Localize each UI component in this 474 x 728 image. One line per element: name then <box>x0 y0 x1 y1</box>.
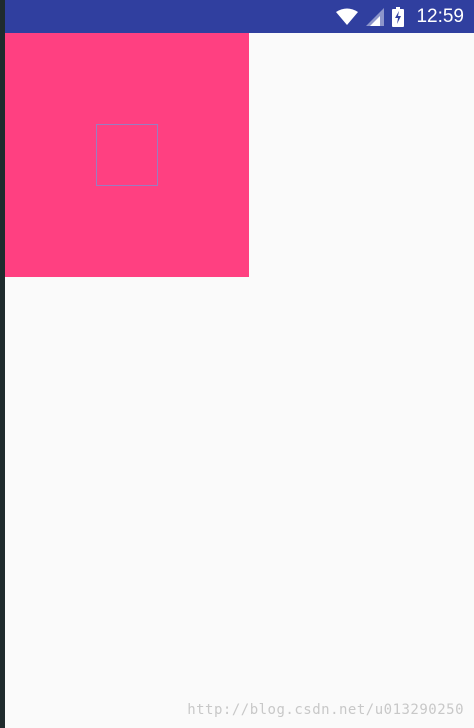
pink-square-view[interactable] <box>5 33 249 277</box>
wifi-icon <box>336 8 359 26</box>
status-icons: 12:59 <box>336 0 464 33</box>
status-bar: 12:59 <box>5 0 474 33</box>
inner-outlined-box <box>96 124 158 186</box>
cell-signal-icon <box>366 7 385 26</box>
app-content <box>5 33 474 728</box>
watermark: http://blog.csdn.net/u013290250 <box>187 702 464 718</box>
status-clock: 12:59 <box>416 5 464 27</box>
battery-charging-icon <box>392 6 405 27</box>
